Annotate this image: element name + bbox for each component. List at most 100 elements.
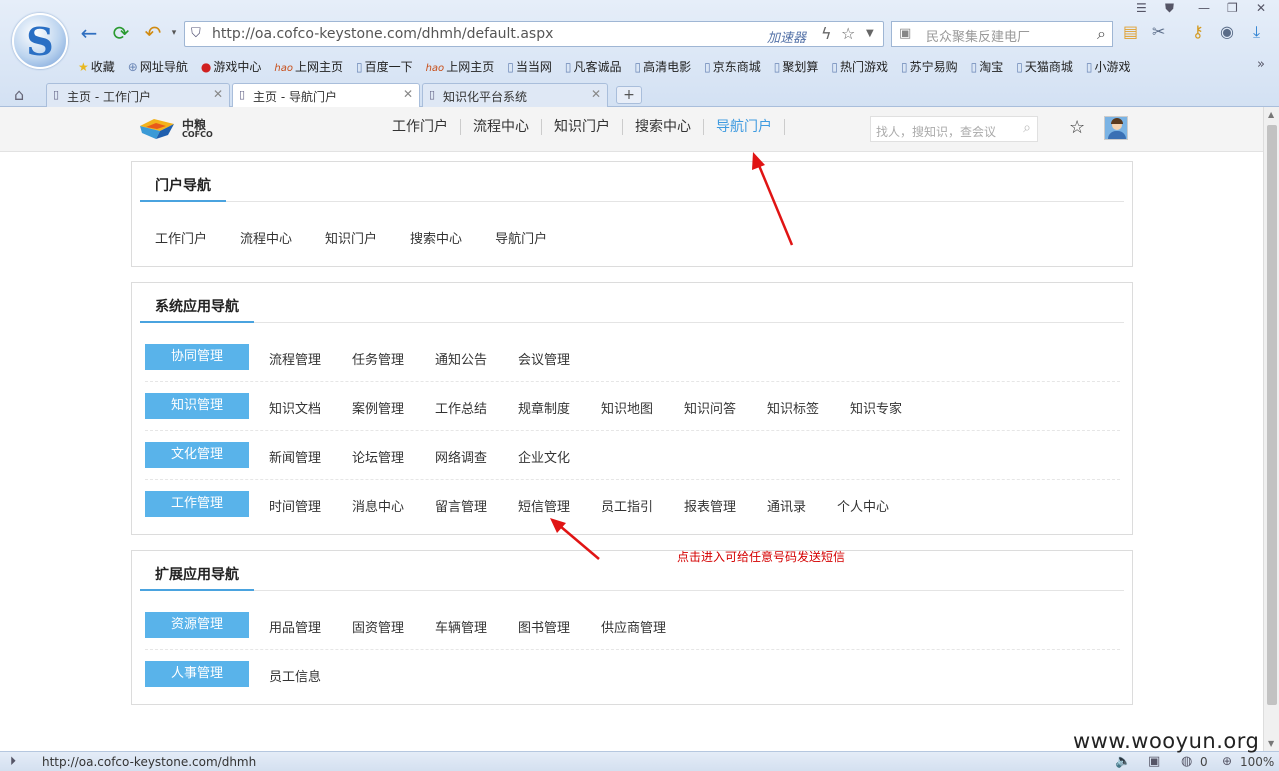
app-link[interactable]: 时间管理 xyxy=(269,496,352,515)
category-badge[interactable]: 协同管理 xyxy=(145,344,249,370)
app-link[interactable]: 员工指引 xyxy=(601,496,684,515)
bookmark-item[interactable]: ● 游戏中心 xyxy=(201,58,262,76)
accelerator-label[interactable]: 加速器 xyxy=(767,27,806,46)
portal-link[interactable]: 工作门户 xyxy=(155,228,207,247)
nav-navigation-portal[interactable]: 导航门户 xyxy=(704,119,785,135)
sms-management-link[interactable]: 短信管理 xyxy=(518,496,601,515)
app-link[interactable]: 个人中心 xyxy=(837,496,920,515)
undo-icon[interactable]: ↶ xyxy=(142,22,164,44)
bookmark-item[interactable]: ▯ 小游戏 xyxy=(1086,58,1131,76)
browser-search-box[interactable]: ▣ 民众聚集反建电厂 ⌕ xyxy=(891,21,1113,47)
bookmark-item[interactable]: ▯ 聚划算 xyxy=(774,58,819,76)
lightning-icon[interactable]: ϟ xyxy=(821,24,832,43)
app-link[interactable]: 案例管理 xyxy=(352,398,435,417)
bookmark-item[interactable]: ▯ 苏宁易购 xyxy=(901,58,958,76)
bookmark-item[interactable]: hao 上网主页 xyxy=(274,58,343,76)
close-tab-icon[interactable]: ✕ xyxy=(213,87,223,101)
app-link[interactable]: 留言管理 xyxy=(435,496,518,515)
volume-icon[interactable]: 🔈 xyxy=(1115,754,1131,769)
app-link[interactable]: 固资管理 xyxy=(352,617,435,636)
app-link[interactable]: 论坛管理 xyxy=(352,447,435,466)
bookmark-item[interactable]: ⊕ 网址导航 xyxy=(128,58,188,76)
app-link[interactable]: 新闻管理 xyxy=(269,447,352,466)
search-icon[interactable]: ⌕ xyxy=(1097,24,1106,44)
close-tab-icon[interactable]: ✕ xyxy=(403,87,413,101)
zoom-icon[interactable]: ⊕ xyxy=(1222,754,1232,768)
bookmarks-more-button[interactable]: » xyxy=(1257,57,1265,72)
app-link[interactable]: 知识文档 xyxy=(269,398,352,417)
more-tools-icon[interactable]: ◉ xyxy=(1220,22,1234,41)
scissors-icon[interactable]: ✂ xyxy=(1152,22,1165,41)
bookmark-item[interactable]: ▯ 热门游戏 xyxy=(831,58,888,76)
app-link[interactable]: 网络调查 xyxy=(435,447,518,466)
app-link[interactable]: 供应商管理 xyxy=(601,617,684,636)
scroll-thumb[interactable] xyxy=(1267,125,1277,705)
bookmark-item[interactable]: ▯ 淘宝 xyxy=(971,58,1004,76)
bookmark-item[interactable]: ▯ 京东商城 xyxy=(704,58,761,76)
bookmark-item[interactable]: ▯ 百度一下 xyxy=(356,58,413,76)
app-link[interactable]: 车辆管理 xyxy=(435,617,518,636)
close-window-icon[interactable]: ✕ xyxy=(1256,1,1266,15)
bookmark-item[interactable]: ▯ 天猫商城 xyxy=(1016,58,1073,76)
tab-nav-portal[interactable]: ▯ 主页 - 导航门户 ✕ xyxy=(232,83,420,108)
download-count-icon[interactable]: ◍ xyxy=(1181,754,1192,769)
app-link[interactable]: 通知公告 xyxy=(435,349,518,368)
site-search-input[interactable]: 找人，搜知识，查会议 xyxy=(876,123,996,140)
new-tab-button[interactable]: + xyxy=(616,86,642,104)
skin-icon[interactable]: ⛊ xyxy=(1165,1,1174,16)
scroll-up-icon[interactable]: ▲ xyxy=(1268,110,1274,119)
app-link[interactable]: 企业文化 xyxy=(518,447,601,466)
nav-search-center[interactable]: 搜索中心 xyxy=(623,119,704,135)
app-link[interactable]: 知识专家 xyxy=(850,398,933,417)
portal-link[interactable]: 搜索中心 xyxy=(410,228,462,247)
sidebar-tool-icon[interactable]: ▤ xyxy=(1123,22,1138,41)
portal-link[interactable]: 知识门户 xyxy=(325,228,377,247)
vertical-scrollbar[interactable]: ▲ ▼ xyxy=(1263,107,1279,751)
home-icon[interactable]: ⌂ xyxy=(14,85,24,104)
search-icon[interactable]: ⌕ xyxy=(1023,120,1031,136)
category-badge[interactable]: 知识管理 xyxy=(145,393,249,419)
bookmark-item[interactable]: hao 上网主页 xyxy=(426,58,495,76)
bookmark-item[interactable]: ▯ 凡客诚品 xyxy=(565,58,622,76)
close-tab-icon[interactable]: ✕ xyxy=(591,87,601,101)
favorite-star-icon[interactable]: ☆ xyxy=(1069,117,1085,138)
app-link[interactable]: 消息中心 xyxy=(352,496,435,515)
back-icon[interactable]: ← xyxy=(78,22,100,44)
app-link[interactable]: 流程管理 xyxy=(269,349,352,368)
menu-icon[interactable]: ☰ xyxy=(1136,1,1147,15)
category-badge[interactable]: 人事管理 xyxy=(145,661,249,687)
site-search-box[interactable]: 找人，搜知识，查会议 ⌕ xyxy=(870,116,1038,142)
toolbox-icon[interactable]: ▣ xyxy=(1148,754,1160,769)
portal-link[interactable]: 导航门户 xyxy=(495,228,547,247)
avatar[interactable] xyxy=(1104,116,1128,140)
nav-work-portal[interactable]: 工作门户 xyxy=(380,119,461,135)
cofco-logo[interactable]: 中粮 COFCO xyxy=(138,117,213,141)
address-bar[interactable]: ⛉ http://oa.cofco-keystone.com/dhmh/defa… xyxy=(184,21,884,47)
app-link[interactable]: 规章制度 xyxy=(518,398,601,417)
app-link[interactable]: 工作总结 xyxy=(435,398,518,417)
category-badge[interactable]: 文化管理 xyxy=(145,442,249,468)
tab-knowledge-platform[interactable]: ▯ 知识化平台系统 ✕ xyxy=(422,83,608,107)
app-link[interactable]: 报表管理 xyxy=(684,496,767,515)
category-badge[interactable]: 资源管理 xyxy=(145,612,249,638)
bookmark-item[interactable]: ▯ 高清电影 xyxy=(634,58,691,76)
nav-process-center[interactable]: 流程中心 xyxy=(461,119,542,135)
address-dropdown-icon[interactable]: ▼ xyxy=(866,28,874,39)
zoom-level[interactable]: 100% xyxy=(1240,755,1274,769)
restore-icon[interactable]: ❐ xyxy=(1227,1,1238,15)
category-badge[interactable]: 工作管理 xyxy=(145,491,249,517)
browser-search-input[interactable]: 民众聚集反建电厂 xyxy=(926,26,1030,45)
search-engine-icon[interactable]: ▣ xyxy=(899,26,911,41)
browser-logo-icon[interactable]: S xyxy=(12,13,68,69)
scroll-down-icon[interactable]: ▼ xyxy=(1268,739,1274,748)
tab-work-portal[interactable]: ▯ 主页 - 工作门户 ✕ xyxy=(46,83,230,107)
key-icon[interactable]: ⚷ xyxy=(1192,22,1204,41)
app-link[interactable]: 用品管理 xyxy=(269,617,352,636)
app-link[interactable]: 任务管理 xyxy=(352,349,435,368)
star-icon[interactable]: ☆ xyxy=(841,24,855,43)
refresh-icon[interactable]: ⟳ xyxy=(110,22,132,44)
app-link[interactable]: 通讯录 xyxy=(767,496,837,515)
download-icon[interactable]: ⤓ xyxy=(1253,22,1260,42)
minimize-icon[interactable]: — xyxy=(1198,1,1210,15)
bookmark-item[interactable]: ▯ 当当网 xyxy=(507,58,552,76)
